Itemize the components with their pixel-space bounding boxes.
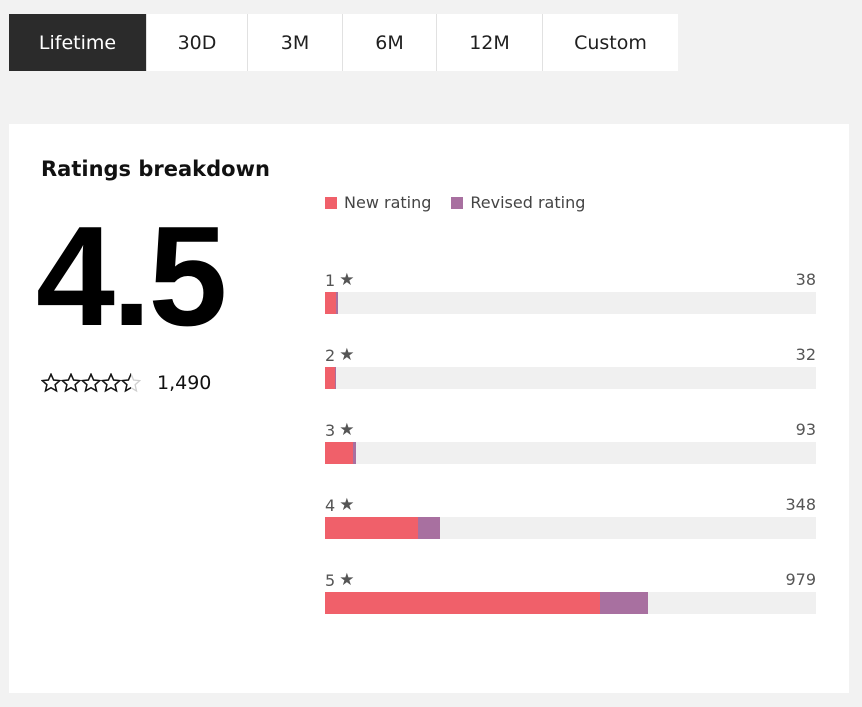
bar-segment-revised xyxy=(334,367,336,389)
bar-row-1-star: 1 ★ 38 xyxy=(325,270,816,345)
period-tabs: Lifetime 30D 3M 6M 12M Custom xyxy=(9,14,678,71)
bar-label-number: 2 xyxy=(325,345,336,365)
bar-track xyxy=(325,292,816,314)
bar-segment-new xyxy=(325,592,601,614)
bar-row-5-star: 5 ★ 979 xyxy=(325,570,816,645)
tab-30d[interactable]: 30D xyxy=(147,14,248,71)
bar-label: 4 ★ xyxy=(325,495,354,515)
bar-count: 32 xyxy=(795,345,816,364)
tab-6m[interactable]: 6M xyxy=(343,14,437,71)
tab-3m[interactable]: 3M xyxy=(248,14,343,71)
tab-12m[interactable]: 12M xyxy=(437,14,543,71)
bar-label: 5 ★ xyxy=(325,570,354,590)
legend-swatch-revised xyxy=(451,196,464,209)
star-icon: ★ xyxy=(339,270,355,290)
bar-label: 1 ★ xyxy=(325,270,354,290)
bar-count: 38 xyxy=(795,270,816,289)
star-icon xyxy=(61,373,81,393)
bar-row-3-star: 3 ★ 93 xyxy=(325,420,816,495)
star-icon xyxy=(81,373,101,393)
bar-segment-new xyxy=(325,292,337,314)
bar-segment-revised xyxy=(418,517,440,539)
tab-custom[interactable]: Custom xyxy=(543,14,678,71)
ratings-card: Ratings breakdown 4.5 1,490 New rating R… xyxy=(9,124,849,693)
bar-count: 348 xyxy=(785,495,816,514)
card-title: Ratings breakdown xyxy=(41,157,270,181)
star-icon: ★ xyxy=(339,495,355,515)
star-icon: ★ xyxy=(339,570,355,590)
ratings-bar-chart: 1 ★ 38 2 ★ 32 3 ★ 93 4 ★ 348 5 ★ 979 xyxy=(325,270,816,645)
bar-label-number: 1 xyxy=(325,270,336,290)
bar-row-4-star: 4 ★ 348 xyxy=(325,495,816,570)
legend-label-revised: Revised rating xyxy=(470,193,586,212)
tab-lifetime[interactable]: Lifetime xyxy=(9,14,147,71)
legend-label-new: New rating xyxy=(344,193,432,212)
legend-swatch-new xyxy=(325,196,337,209)
bar-count: 979 xyxy=(785,570,816,589)
bar-segment-new xyxy=(325,367,335,389)
total-ratings-count: 1,490 xyxy=(157,372,212,394)
bar-track xyxy=(325,442,816,464)
rating-summary: 1,490 xyxy=(41,372,211,394)
bar-label: 3 ★ xyxy=(325,420,354,440)
bar-segment-revised xyxy=(336,292,338,314)
star-icon xyxy=(121,373,141,393)
bar-segment-new xyxy=(325,517,419,539)
chart-legend: New rating Revised rating xyxy=(325,193,605,212)
bar-track xyxy=(325,592,816,614)
legend-new-rating: New rating xyxy=(325,193,431,212)
bar-track xyxy=(325,517,816,539)
star-icon xyxy=(41,373,61,393)
bar-count: 93 xyxy=(795,420,816,439)
bar-label-number: 4 xyxy=(325,495,336,515)
star-icon: ★ xyxy=(339,420,355,440)
bar-segment-new xyxy=(325,442,354,464)
bar-segment-revised xyxy=(600,592,648,614)
bar-segment-revised xyxy=(353,442,356,464)
bar-label-number: 3 xyxy=(325,420,336,440)
star-rating xyxy=(41,373,141,393)
bar-row-2-star: 2 ★ 32 xyxy=(325,345,816,420)
bar-track xyxy=(325,367,816,389)
star-icon: ★ xyxy=(339,345,355,365)
legend-revised-rating: Revised rating xyxy=(451,193,585,212)
bar-label: 2 ★ xyxy=(325,345,354,365)
average-rating: 4.5 xyxy=(36,197,227,356)
star-icon xyxy=(101,373,121,393)
bar-label-number: 5 xyxy=(325,570,336,590)
